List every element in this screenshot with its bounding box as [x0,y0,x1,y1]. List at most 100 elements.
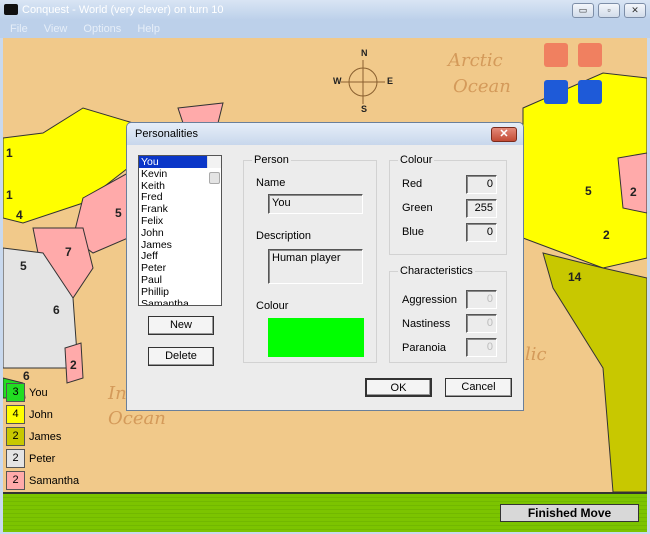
territory-count: 14 [568,270,582,284]
die-orange-2 [578,43,602,67]
die-blue-1 [544,80,568,104]
compass-n: N [361,48,368,58]
window-title: Conquest - World (very clever) on turn 1… [22,4,224,16]
group-label: Characteristics [398,265,475,277]
colour-group: Colour Red 0 Green 255 Blue 0 [389,154,507,255]
paranoia-label: Paranoia [402,342,447,354]
player-count: 2 [6,471,25,490]
description-label: Description [256,230,312,242]
territory-count: 1 [6,146,13,160]
player-legend-john: 4 John [6,404,53,425]
colour-label: Colour [256,300,289,312]
group-label: Colour [398,154,435,166]
menu-view[interactable]: View [44,23,68,35]
player-legend-samantha: 2 Samantha [6,470,79,491]
list-scrollbar[interactable] [207,156,221,184]
list-item[interactable]: Fred [139,191,221,203]
territory-count: 6 [23,369,30,383]
red-label: Red [402,178,423,190]
die-blue-2 [578,80,602,104]
territory-count: 5 [115,206,122,220]
territory-count: 6 [53,303,60,317]
list-item[interactable]: Frank [139,203,221,215]
compass-e: E [387,76,394,86]
compass-rose-icon [341,60,385,104]
player-legend-you: 3 You [6,382,48,403]
red-field[interactable]: 0 [466,175,497,194]
list-item[interactable]: You [139,156,207,168]
list-item[interactable]: Paul [139,274,221,286]
characteristics-group: Characteristics Aggression 0 Nastiness 0… [389,265,507,363]
list-item[interactable]: John [139,227,221,239]
nastiness-field[interactable]: 0 [466,314,497,333]
list-item[interactable]: Samantha [139,298,221,305]
list-item[interactable]: Jeff [139,250,221,262]
name-field[interactable]: You [268,194,363,214]
app-icon [4,4,18,15]
aggression-field[interactable]: 0 [466,290,497,309]
blue-field[interactable]: 0 [466,223,497,242]
menu-help[interactable]: Help [137,23,160,35]
ocean-label: In [108,383,127,404]
colour-swatch[interactable] [268,318,364,357]
green-label: Green [402,202,433,214]
territory-count: 7 [65,245,72,259]
personalities-dialog: Personalities ✕ You Kevin Keith Fred Fra… [126,122,524,411]
paranoia-field[interactable]: 0 [466,338,497,357]
ok-button[interactable]: OK [365,378,432,397]
delete-button[interactable]: Delete [148,347,214,366]
dialog-close-button[interactable]: ✕ [491,127,517,142]
list-item[interactable]: James [139,239,221,251]
player-name: James [29,430,62,443]
territory-count: 5 [585,184,592,198]
territory-olive-sa [542,252,647,492]
compass-w: W [333,76,342,86]
compass-s: S [361,104,368,114]
territory-count: 2 [630,185,637,199]
new-button[interactable]: New [148,316,214,335]
scrollbar-thumb[interactable] [209,172,220,184]
title-bar: Conquest - World (very clever) on turn 1… [0,0,650,20]
name-label: Name [256,177,286,189]
menu-options[interactable]: Options [83,23,121,35]
menu-file[interactable]: File [10,23,28,35]
player-name: Peter [29,452,56,465]
territory-count: 2 [70,358,77,372]
player-name: Samantha [29,474,80,487]
territory-count: 2 [603,228,610,242]
minimize-button[interactable]: ▭ [572,3,594,18]
ocean-label: lic [525,344,547,365]
list-item[interactable]: Peter [139,262,221,274]
ocean-label: Arctic [448,50,503,71]
dialog-title: Personalities [127,123,523,145]
close-button[interactable]: ✕ [624,3,646,18]
player-name: John [29,408,53,421]
ocean-label: Ocean [108,408,166,429]
aggression-label: Aggression [402,294,458,306]
territory-pink-top [177,102,224,124]
finished-move-button[interactable]: Finished Move [500,504,639,522]
player-count: 3 [6,383,25,402]
player-legend-james: 2 James [6,426,61,447]
player-name: You [29,386,48,399]
player-count: 2 [6,427,25,446]
person-group: Person Name You Description Human player… [243,154,377,363]
personality-list[interactable]: You Kevin Keith Fred Frank Felix John Ja… [138,155,222,306]
list-item[interactable]: Felix [139,215,221,227]
ocean-label: Ocean [453,76,511,97]
maximize-button[interactable]: ▫ [598,3,620,18]
menu-bar: File View Options Help [0,20,650,38]
territory-count: 4 [16,208,23,222]
die-orange-1 [544,43,568,67]
group-label: Person [252,154,291,166]
description-field[interactable]: Human player [268,249,363,284]
player-count: 2 [6,449,25,468]
player-count: 4 [6,405,25,424]
territory-count: 5 [20,259,27,273]
status-bar: Finished Move [3,492,647,532]
nastiness-label: Nastiness [402,318,451,330]
list-item[interactable]: Phillip [139,286,221,298]
cancel-button[interactable]: Cancel [445,378,512,397]
green-field[interactable]: 255 [466,199,497,218]
territory-count: 1 [6,188,13,202]
